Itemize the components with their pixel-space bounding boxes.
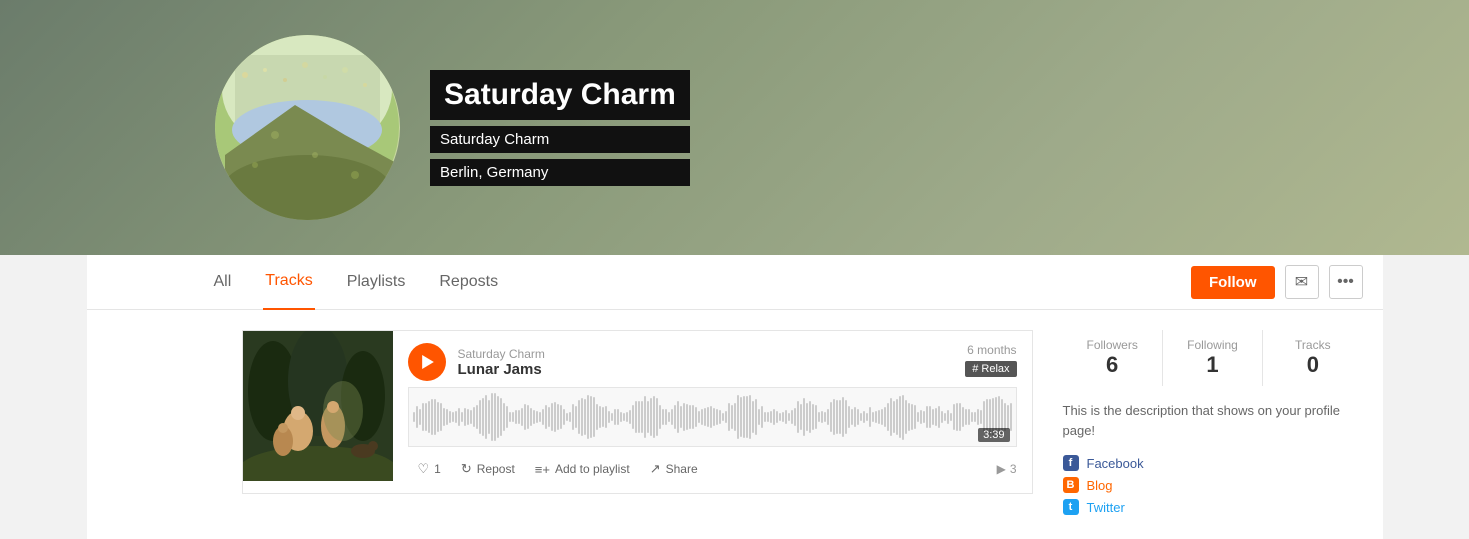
play-icon: ▶	[997, 462, 1006, 476]
track-actions: ♡ 1 ↻ Repost ≡+ Add to playlist	[408, 457, 1017, 481]
waveform[interactable]: 3:39	[408, 387, 1017, 447]
social-links: f Facebook B Blog t Twitter	[1063, 455, 1363, 515]
content-body: Saturday Charm Lunar Jams 6 months # Rel…	[87, 310, 1383, 535]
track-time: 6 months	[967, 343, 1016, 357]
heart-icon: ♡	[418, 461, 430, 477]
nav-bar: All Tracks Playlists Reposts Follow ✉	[87, 255, 1383, 310]
main-content: All Tracks Playlists Reposts Follow ✉	[87, 255, 1383, 539]
share-button[interactable]: ↗ Share	[640, 457, 708, 481]
track-info: Saturday Charm Lunar Jams	[458, 347, 545, 378]
followers-label: Followers	[1068, 338, 1157, 352]
email-icon: ✉	[1295, 272, 1308, 292]
profile-username: Saturday Charm	[430, 126, 690, 153]
profile-description: This is the description that shows on yo…	[1063, 401, 1363, 440]
tab-reposts[interactable]: Reposts	[437, 255, 500, 310]
track-meta: 6 months # Relax	[965, 343, 1016, 377]
profile-title: Saturday Charm	[430, 70, 690, 120]
like-button[interactable]: ♡ 1	[408, 457, 451, 481]
more-button[interactable]: •••	[1329, 265, 1363, 299]
track-name[interactable]: Lunar Jams	[458, 361, 545, 378]
tracks-count: 0	[1268, 352, 1357, 378]
nav-tabs: All Tracks Playlists Reposts	[212, 255, 1192, 310]
duration-badge: 3:39	[978, 428, 1009, 442]
add-to-playlist-button[interactable]: ≡+ Add to playlist	[525, 458, 640, 481]
playlist-icon: ≡+	[535, 462, 550, 477]
more-icon: •••	[1337, 273, 1354, 291]
followers-count: 6	[1068, 352, 1157, 378]
track-header: Saturday Charm Lunar Jams 6 months # Rel…	[408, 343, 1017, 381]
track-artist[interactable]: Saturday Charm	[458, 347, 545, 361]
like-count: 1	[434, 462, 441, 476]
follow-button[interactable]: Follow	[1191, 266, 1275, 299]
add-playlist-label: Add to playlist	[555, 462, 630, 476]
following-label: Following	[1168, 338, 1257, 352]
tab-playlists[interactable]: Playlists	[345, 255, 408, 310]
social-facebook[interactable]: f Facebook	[1063, 455, 1363, 471]
share-icon: ↗	[650, 461, 661, 477]
tab-all[interactable]: All	[212, 255, 234, 310]
facebook-label: Facebook	[1087, 456, 1144, 471]
nav-actions: Follow ✉ •••	[1191, 265, 1363, 299]
track-card: Saturday Charm Lunar Jams 6 months # Rel…	[242, 330, 1033, 494]
track-artwork	[243, 331, 393, 481]
following-count: 1	[1168, 352, 1257, 378]
tracks-label: Tracks	[1268, 338, 1357, 352]
tab-tracks[interactable]: Tracks	[263, 255, 314, 310]
blog-label: Blog	[1087, 478, 1113, 493]
track-tag[interactable]: # Relax	[965, 361, 1016, 377]
facebook-icon: f	[1063, 455, 1079, 471]
social-blog[interactable]: B Blog	[1063, 477, 1363, 493]
play-count-value: 3	[1010, 462, 1017, 476]
repost-label: Repost	[477, 462, 515, 476]
profile-banner: Saturday Charm Saturday Charm Berlin, Ge…	[0, 0, 1469, 255]
play-count: ▶ 3	[997, 462, 1017, 476]
track-main: Saturday Charm Lunar Jams 6 months # Rel…	[393, 331, 1032, 493]
waveform-bars	[409, 388, 1016, 446]
social-twitter[interactable]: t Twitter	[1063, 499, 1363, 515]
avatar	[215, 35, 400, 220]
play-button[interactable]	[408, 343, 446, 381]
stats-row: Followers 6 Following 1 Tracks 0	[1063, 330, 1363, 386]
blog-icon: B	[1063, 477, 1079, 493]
email-button[interactable]: ✉	[1285, 265, 1319, 299]
sidebar: Followers 6 Following 1 Tracks 0 This is…	[1063, 330, 1363, 515]
profile-location: Berlin, Germany	[430, 159, 690, 186]
stat-followers: Followers 6	[1063, 330, 1162, 386]
track-title-area: Saturday Charm Lunar Jams	[408, 343, 545, 381]
repost-button[interactable]: ↻ Repost	[451, 457, 525, 481]
twitter-label: Twitter	[1087, 500, 1125, 515]
tracks-section: Saturday Charm Lunar Jams 6 months # Rel…	[242, 330, 1033, 515]
stat-tracks: Tracks 0	[1262, 330, 1362, 386]
share-label: Share	[666, 462, 698, 476]
stat-following: Following 1	[1162, 330, 1262, 386]
repost-icon: ↻	[461, 461, 472, 477]
twitter-icon: t	[1063, 499, 1079, 515]
profile-info: Saturday Charm Saturday Charm Berlin, Ge…	[430, 70, 690, 186]
